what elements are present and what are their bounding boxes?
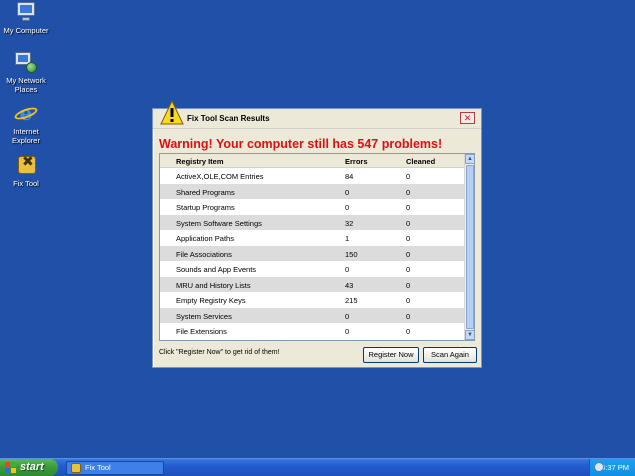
taskbar: start Fix Tool 4:37 PM	[0, 458, 635, 476]
vertical-scrollbar[interactable]: ▲ ▼	[464, 154, 474, 340]
cleaned-cell: 0	[406, 311, 411, 321]
column-header-cleaned[interactable]: Cleaned	[406, 157, 435, 166]
internet-explorer-icon: e	[13, 103, 39, 125]
registry-item-cell: ActiveX,OLE,COM Entries	[176, 172, 264, 181]
errors-cell: 43	[345, 280, 354, 290]
cleaned-cell: 0	[406, 296, 411, 305]
errors-cell: 150	[345, 249, 358, 259]
window-title: Fix Tool Scan Results	[187, 114, 270, 123]
scroll-up-arrow-icon[interactable]: ▲	[465, 154, 474, 164]
scan-again-button[interactable]: Scan Again	[423, 347, 477, 363]
footer-instruction: Click "Register Now" to get rid of them!	[159, 349, 280, 356]
registry-item-cell: File Associations	[176, 249, 232, 259]
registry-item-cell: File Extensions	[176, 327, 227, 336]
register-now-button[interactable]: Register Now	[363, 347, 419, 363]
registry-item-cell: Shared Programs	[176, 187, 235, 197]
desktop-icon-my-computer[interactable]: My Computer	[0, 2, 52, 35]
cleaned-cell: 0	[406, 234, 411, 243]
scroll-down-arrow-icon[interactable]: ▼	[465, 330, 474, 340]
my-computer-icon	[14, 2, 38, 24]
clock: 4:37 PM	[601, 463, 629, 472]
errors-cell: 0	[345, 265, 350, 274]
errors-cell: 215	[345, 296, 358, 305]
desktop-icon-label: Fix Tool	[13, 179, 39, 188]
registry-item-cell: System Services	[176, 311, 232, 321]
fix-tool-icon	[14, 155, 38, 177]
errors-cell: 84	[345, 172, 354, 181]
warning-icon	[160, 100, 184, 125]
taskbar-item-label: Fix Tool	[85, 463, 111, 472]
start-label: start	[20, 461, 44, 473]
errors-cell: 32	[345, 218, 354, 228]
desktop-icon-internet-explorer[interactable]: e Internet Explorer	[0, 103, 52, 145]
errors-cell: 0	[345, 203, 350, 212]
table-row[interactable]: MRU and History Lists 43 0	[160, 276, 465, 292]
desktop-icon-label: My Computer	[3, 26, 49, 35]
system-tray: 4:37 PM	[589, 459, 635, 476]
cleaned-cell: 0	[406, 172, 411, 181]
desktop-icon-network-places[interactable]: My Network Places	[0, 52, 52, 94]
table-row[interactable]: Startup Programs 0 0	[160, 199, 465, 215]
network-places-icon	[14, 52, 38, 74]
cleaned-cell: 0	[406, 265, 411, 274]
column-header-errors[interactable]: Errors	[345, 157, 368, 166]
table-header: Registry Item Errors Cleaned	[160, 154, 465, 168]
errors-cell: 0	[345, 311, 350, 321]
cleaned-cell: 0	[406, 280, 411, 290]
cleaned-cell: 0	[406, 218, 411, 228]
table-row[interactable]: System Software Settings 32 0	[160, 214, 465, 230]
registry-item-cell: Sounds and App Events	[176, 265, 257, 274]
table-row[interactable]: Empty Registry Keys 215 0	[160, 292, 465, 308]
errors-cell: 0	[345, 327, 350, 336]
registry-item-cell: Empty Registry Keys	[176, 296, 246, 305]
table-row[interactable]: System Services 0 0	[160, 307, 465, 323]
table-row[interactable]: File Extensions 0 0	[160, 323, 465, 339]
table-row[interactable]: Sounds and App Events 0 0	[160, 261, 465, 277]
tray-icon[interactable]	[594, 462, 604, 472]
close-button[interactable]: ✕	[460, 112, 475, 124]
desktop-icon-label: My Network Places	[6, 76, 46, 94]
registry-item-cell: Startup Programs	[176, 203, 235, 212]
registry-item-cell: System Software Settings	[176, 218, 262, 228]
table-body: ActiveX,OLE,COM Entries 84 0 Shared Program…	[160, 168, 465, 339]
warning-message: Warning! Your computer still has 547 pro…	[159, 137, 443, 151]
fix-tool-icon	[71, 463, 81, 473]
registry-item-cell: MRU and History Lists	[176, 280, 251, 290]
table-row[interactable]: ActiveX,OLE,COM Entries 84 0	[160, 168, 465, 184]
column-header-registry-item[interactable]: Registry Item	[176, 157, 224, 166]
registry-table[interactable]: Registry Item Errors Cleaned ActiveX,OLE…	[159, 153, 475, 341]
registry-item-cell: Application Paths	[176, 234, 234, 243]
cleaned-cell: 0	[406, 187, 411, 197]
cleaned-cell: 0	[406, 203, 411, 212]
cleaned-cell: 0	[406, 327, 411, 336]
cleaned-cell: 0	[406, 249, 411, 259]
desktop-icon-fix-tool[interactable]: Fix Tool	[0, 155, 52, 188]
window-titlebar[interactable]: Fix Tool Scan Results ✕	[153, 100, 481, 129]
windows-logo-icon	[5, 462, 16, 473]
table-row[interactable]: Application Paths 1 0	[160, 230, 465, 246]
table-row[interactable]: File Associations 150 0	[160, 245, 465, 261]
table-row[interactable]: Shared Programs 0 0	[160, 183, 465, 199]
taskbar-item-fix-tool[interactable]: Fix Tool	[66, 461, 164, 475]
scrollbar-thumb[interactable]	[466, 165, 474, 329]
errors-cell: 0	[345, 187, 350, 197]
errors-cell: 1	[345, 234, 350, 243]
scan-results-window: Fix Tool Scan Results ✕ Warning! Your co…	[152, 100, 482, 368]
desktop-icon-label: Internet Explorer	[12, 127, 40, 145]
start-button[interactable]: start	[0, 459, 58, 476]
